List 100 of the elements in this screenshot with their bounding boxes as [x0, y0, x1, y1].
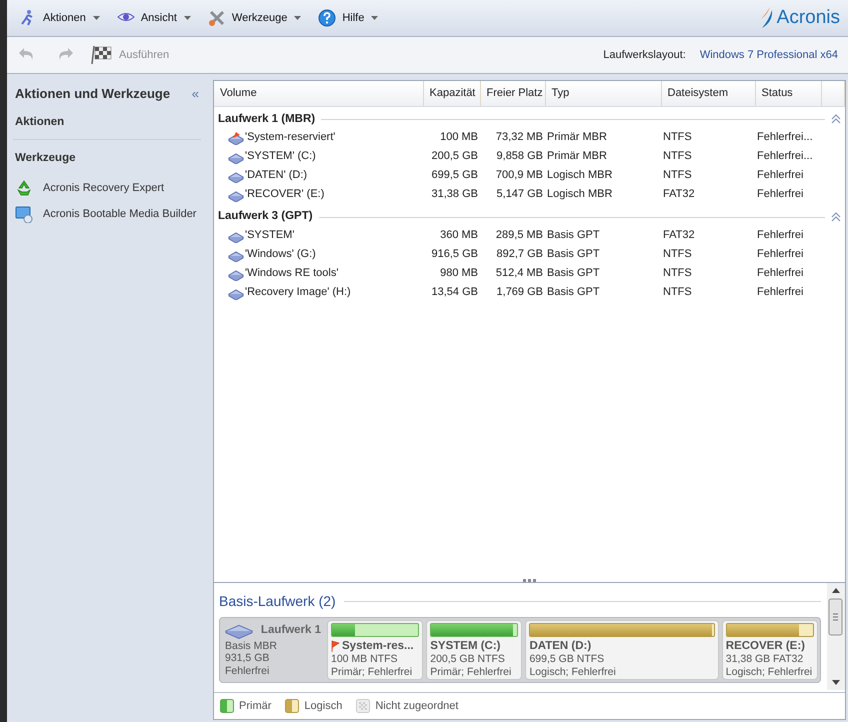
legend-label: Primär [239, 698, 272, 714]
table-cell: 73,32 MB [496, 131, 543, 144]
partition-card[interactable]: RECOVER (E:) 31,38 GB FAT32 Logisch; Fehlerfrei [722, 620, 818, 680]
column-header[interactable]: Freier Platz [480, 81, 545, 106]
collapse-button[interactable]: « [192, 84, 199, 104]
volume-name: 'SYSTEM' [245, 228, 294, 244]
section-heading: Werkzeuge [14, 150, 77, 166]
partition-name: SYSTEM (C:) [430, 640, 501, 654]
table-cell: Fehlerfrei [757, 248, 804, 260]
caret-icon [182, 15, 192, 21]
table-cell: Fehlerfrei [757, 229, 804, 242]
table-cell: Basis GPT [547, 267, 600, 280]
table-cell: Fehlerfrei [757, 267, 804, 280]
caret-icon [293, 15, 302, 21]
legend-label: Logisch [304, 698, 342, 714]
table-cell: Fehlerfrei [757, 188, 804, 200]
recycle-icon [15, 179, 33, 197]
table-cell: 1,769 GB [496, 286, 543, 298]
table-cell: Basis GPT [547, 248, 600, 260]
disk-card[interactable]: Laufwerk 1 Basis MBR 931,5 GB Fehlerfrei [222, 620, 324, 680]
partition-size: 200,5 GB NTFS [430, 653, 506, 666]
group-heading: Laufwerk 3 (GPT) [218, 209, 313, 224]
table-cell: Fehlerfrei... [757, 150, 813, 162]
column-header[interactable]: Kapazität [423, 81, 480, 106]
column-header[interactable]: Status [755, 81, 821, 106]
help-icon [318, 9, 336, 27]
volume-name: 'Windows RE tools' [245, 266, 338, 282]
volume-name: 'System-reserviert' [245, 130, 336, 146]
partition-card[interactable]: System-res... 100 MB NTFS Primär; Fehlerfrei [327, 620, 424, 680]
partition-card[interactable]: DATEN (D:) 699,5 GB NTFS Logisch; Fehlerfrei [525, 620, 719, 680]
legend-label: Nicht zugeordnet [375, 698, 458, 714]
section-heading: Aktionen [13, 104, 201, 140]
column-header[interactable]: Dateisystem [661, 81, 755, 106]
partition-name: DATEN (D:) [529, 640, 592, 654]
partition-card[interactable]: SYSTEM (C:) 200,5 GB NTFS Primär; Fehlerfrei [426, 620, 522, 680]
partition-name: RECOVER (E:) [726, 640, 805, 654]
swoosh-icon [760, 6, 774, 30]
table-cell: FAT32 [663, 188, 695, 200]
table-cell: NTFS [663, 286, 692, 298]
table-cell: 916,5 GB [432, 248, 478, 260]
monitor-icon [15, 205, 33, 223]
table-cell: 31,38 GB [432, 188, 478, 200]
disk-group-title: Basis-Laufwerk (2) [219, 592, 336, 611]
table-cell: 980 MB [440, 267, 478, 280]
column-header[interactable]: Volume [214, 81, 423, 106]
collapse-chevron-icon[interactable] [830, 114, 840, 124]
sidebar-item[interactable]: Acronis Bootable Media Builder [13, 201, 198, 227]
collapse-chevron-icon[interactable] [830, 212, 840, 222]
table-cell: 699,5 GB [432, 169, 478, 182]
logo-text: Acronis [776, 6, 840, 30]
table-cell: Primär MBR [547, 131, 607, 144]
disk-info: 931,5 GB [225, 652, 270, 665]
table-cell: Logisch MBR [547, 169, 612, 182]
table-cell: 9,858 GB [496, 150, 543, 162]
volume-name: 'SYSTEM' (C:) [245, 149, 316, 164]
table-cell: NTFS [663, 248, 692, 260]
caret-icon [92, 15, 101, 21]
partition-info: Logisch; Fehlerfrei [529, 666, 617, 678]
menu-button[interactable]: Werkzeuge [204, 7, 306, 29]
table-cell: Basis GPT [547, 229, 600, 242]
table-cell: 13,54 GB [432, 286, 478, 298]
volume-name: 'RECOVER' (E:) [245, 187, 324, 202]
volume-name: 'DATEN' (D:) [245, 168, 308, 184]
menu-button[interactable]: Ansicht [112, 7, 196, 29]
table-cell: Primär MBR [547, 150, 607, 162]
sidebar-item[interactable]: Acronis Recovery Expert [13, 175, 166, 201]
disk-name: Laufwerk 1 [260, 624, 321, 638]
checkered-flag-icon [89, 45, 113, 65]
disk-info: Fehlerfrei [225, 664, 270, 678]
table-cell: Fehlerfrei [757, 169, 804, 182]
partition-name: System-res... [342, 640, 414, 654]
table-cell: 200,5 GB [432, 150, 478, 162]
table-cell: 512,4 MB [496, 267, 543, 280]
table-cell: Logisch MBR [547, 188, 612, 200]
table-cell: FAT32 [663, 229, 695, 242]
disk-info: Basis MBR [225, 640, 278, 652]
table-cell: 5,147 GB [496, 188, 543, 200]
splitter-grip-icon [522, 578, 536, 582]
table-cell: Fehlerfrei [757, 286, 804, 298]
table-cell: 700,9 MB [496, 169, 543, 182]
layout-link[interactable]: Windows 7 Professional x64 [700, 46, 838, 64]
partition-size: 100 MB NTFS [331, 653, 399, 666]
table-cell: NTFS [663, 267, 692, 280]
partition-info: Logisch; Fehlerfrei [726, 666, 814, 678]
table-cell: 360 MB [440, 229, 478, 242]
menu-button[interactable]: Hilfe [314, 7, 384, 29]
menu-button[interactable]: Aktionen [15, 7, 105, 29]
volume-name: 'Windows' (G:) [245, 247, 316, 262]
caret-icon [370, 15, 380, 21]
table-cell: 100 MB [440, 131, 478, 144]
column-header[interactable]: Typ [545, 81, 661, 106]
volume-name: 'Recovery Image' (H:) [245, 285, 351, 300]
table-cell: Fehlerfrei... [757, 131, 813, 144]
partition-info: Primär; Fehlerfrei [331, 666, 414, 678]
table-cell: NTFS [663, 169, 692, 182]
table-cell: NTFS [663, 150, 692, 162]
sidebar-title: Aktionen und Werkzeuge [15, 85, 170, 103]
group-heading: Laufwerk 1 (MBR) [218, 112, 316, 127]
table-cell: Basis GPT [547, 286, 600, 298]
partition-info: Primär; Fehlerfrei [430, 666, 512, 678]
